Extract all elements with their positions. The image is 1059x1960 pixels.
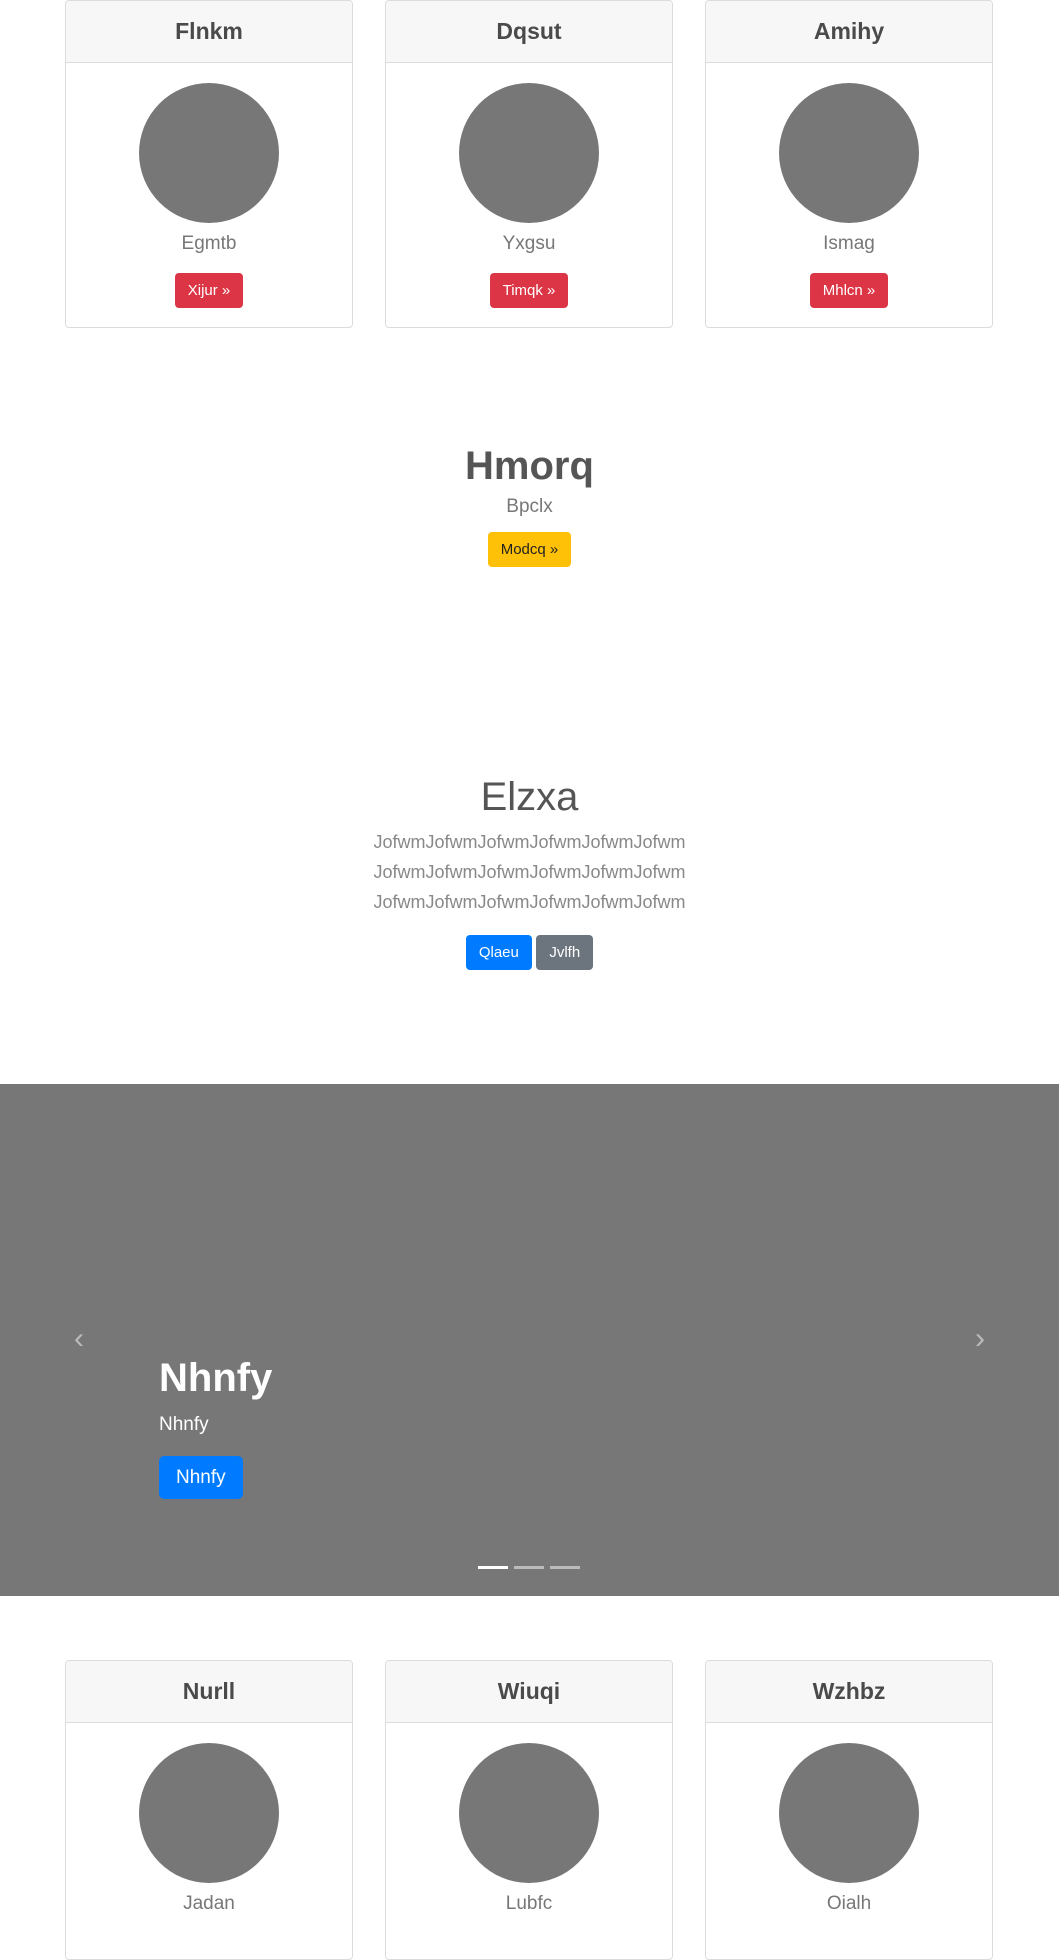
carousel-indicator[interactable] [478, 1566, 508, 1569]
intro-line: JofwmJofwmJofwmJofwmJofwmJofwm [373, 892, 686, 912]
hero-title: Hmorq [465, 444, 594, 488]
avatar-image [139, 1743, 279, 1883]
card-title: Amihy [706, 1, 992, 63]
card-subtitle: Yxgsu [502, 233, 556, 254]
hero-button[interactable]: Modcq » [487, 532, 572, 567]
card-title: Wzhbz [706, 1661, 992, 1723]
card-action-button[interactable]: Mhlcn » [809, 273, 889, 308]
card-subtitle: Lubfc [505, 1893, 553, 1914]
card-title: Nurll [66, 1661, 352, 1723]
card-action-button[interactable]: Xijur » [174, 273, 244, 308]
feature-card: Nurll Jadan [65, 1660, 353, 1960]
carousel-indicators [478, 1566, 580, 1569]
intro-section: Elzxa JofwmJofwmJofwmJofwmJofwmJofwm Jof… [0, 773, 1059, 970]
feature-card: Dqsut Yxgsu Timqk » [385, 0, 673, 328]
chevron-left-icon[interactable]: ‹ [64, 1324, 94, 1354]
chevron-right-icon[interactable]: › [965, 1324, 995, 1354]
card-subtitle: Jadan [183, 1893, 235, 1914]
feature-card: Wzhbz Oialh [705, 1660, 993, 1960]
carousel-title: Nhnfy [159, 1356, 273, 1400]
card-title: Flnkm [66, 1, 352, 63]
card-title: Wiuqi [386, 1661, 672, 1723]
avatar-image [459, 1743, 599, 1883]
carousel-text: Nhnfy [159, 1414, 209, 1435]
intro-line: JofwmJofwmJofwmJofwmJofwmJofwm [373, 832, 686, 852]
feature-card: Wiuqi Lubfc [385, 1660, 673, 1960]
carousel-indicator[interactable] [514, 1566, 544, 1569]
carousel: ‹ › Nhnfy Nhnfy Nhnfy [0, 1084, 1059, 1596]
avatar-image [779, 83, 919, 223]
feature-card: Flnkm Egmtb Xijur » [65, 0, 353, 328]
avatar-image [459, 83, 599, 223]
hero-subtitle: Bpclx [506, 496, 553, 517]
intro-title: Elzxa [480, 775, 579, 819]
feature-card: Amihy Ismag Mhlcn » [705, 0, 993, 328]
carousel-caption: Nhnfy Nhnfy Nhnfy [159, 1356, 272, 1499]
avatar-image [779, 1743, 919, 1883]
hero-section: Hmorq Bpclx Modcq » [0, 442, 1059, 567]
secondary-button[interactable]: Jvlfh [536, 935, 594, 970]
card-subtitle: Ismag [823, 233, 875, 254]
intro-line: JofwmJofwmJofwmJofwmJofwmJofwm [373, 862, 686, 882]
card-action-button[interactable]: Timqk » [489, 273, 569, 308]
avatar-image [139, 83, 279, 223]
card-subtitle: Oialh [826, 1893, 872, 1914]
primary-button[interactable]: Qlaeu [465, 935, 532, 970]
carousel-indicator[interactable] [550, 1566, 580, 1569]
card-title: Dqsut [386, 1, 672, 63]
card-subtitle: Egmtb [181, 233, 237, 254]
carousel-button[interactable]: Nhnfy [159, 1456, 243, 1499]
